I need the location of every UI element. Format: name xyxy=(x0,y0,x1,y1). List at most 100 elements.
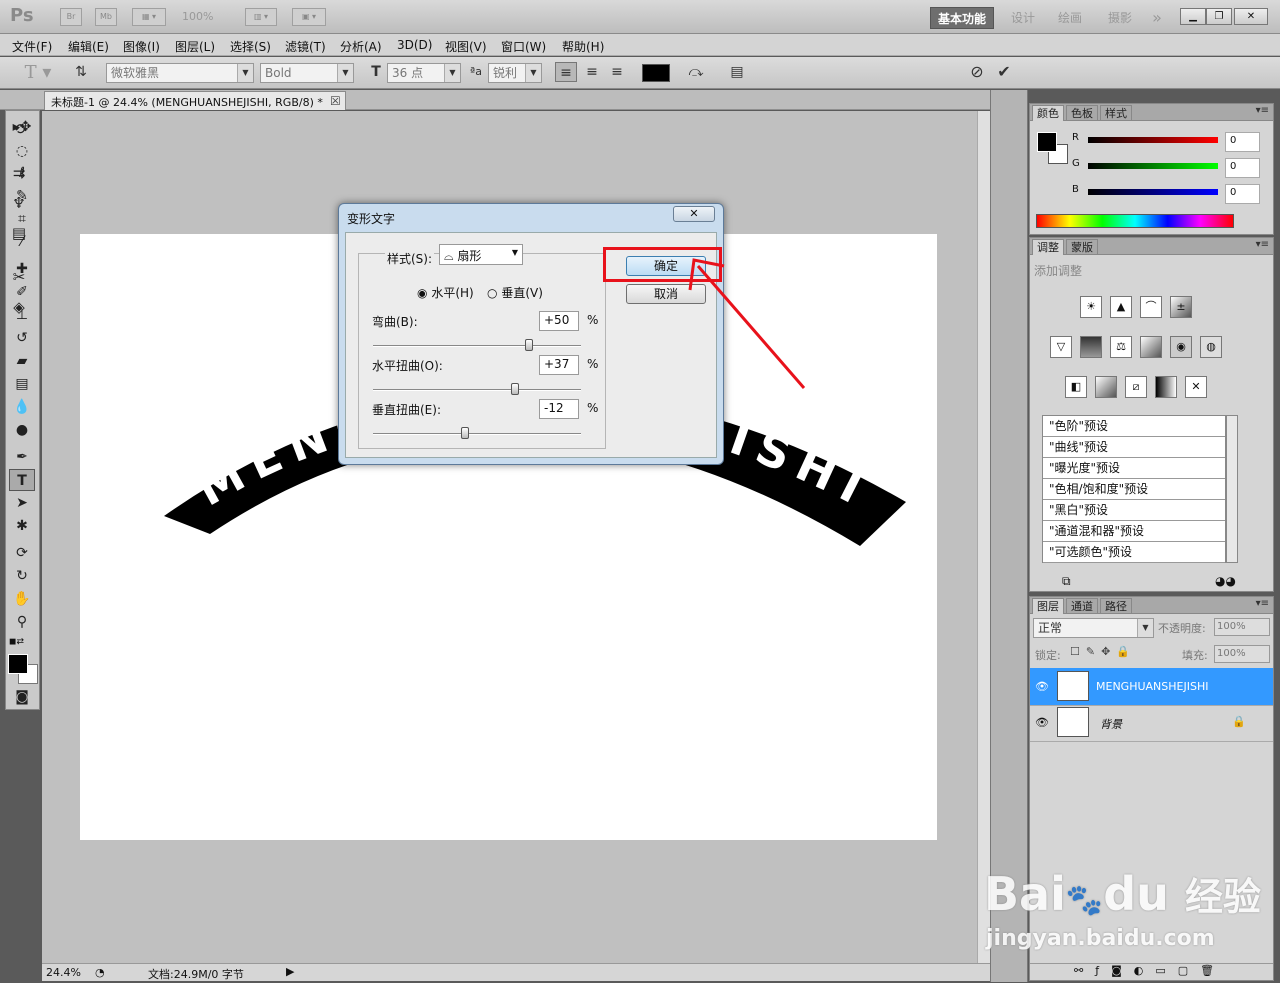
clip-to-layer-icon[interactable]: ⧉ xyxy=(1062,574,1071,589)
minimize-button[interactable]: ▁ xyxy=(1180,8,1206,25)
commit-edit-icon[interactable]: ✔ xyxy=(993,62,1015,82)
vertical-distortion-thumb[interactable] xyxy=(460,427,469,439)
red-value-input[interactable]: 0 xyxy=(1225,132,1260,152)
preset-hue-saturation[interactable]: "色相/饱和度"预设 xyxy=(1043,479,1225,500)
font-family-select[interactable]: 微软雅黑 ▼ xyxy=(106,63,254,83)
preset-list-scrollbar[interactable] xyxy=(1226,415,1238,563)
zoom-tool-icon[interactable]: ⚲ xyxy=(9,611,35,633)
panel-menu-icon[interactable]: ▾≡ xyxy=(1256,105,1269,116)
screen-mode-icon[interactable]: ▣ ▾ xyxy=(292,8,326,26)
curves-icon[interactable]: ⌒ xyxy=(1140,296,1162,318)
eye-icon[interactable]: 👁 xyxy=(1034,716,1050,730)
hue-saturation-icon[interactable] xyxy=(1080,336,1102,358)
horizontal-radio[interactable]: ◉ 水平(H) xyxy=(417,284,474,301)
horizontal-distortion-input[interactable]: +37 xyxy=(539,355,579,375)
antialias-select[interactable]: 锐利 ▼ xyxy=(488,63,542,83)
tab-styles[interactable]: 样式 xyxy=(1100,105,1132,121)
red-slider[interactable] xyxy=(1088,137,1218,143)
layer-row-text[interactable]: 👁 T MENGHUANSHEJISHI xyxy=(1030,668,1273,706)
tab-paths[interactable]: 路径 xyxy=(1100,598,1132,614)
menu-layer[interactable]: 图层(L) xyxy=(175,38,215,55)
cancel-edit-icon[interactable]: ⊘ xyxy=(966,62,988,82)
marquee-tool-icon[interactable]: ◌ xyxy=(9,140,35,162)
vibrance-icon[interactable]: ▽ xyxy=(1050,336,1072,358)
blue-value-input[interactable]: 0 xyxy=(1225,184,1260,204)
history-brush-tool-icon[interactable]: ↺ xyxy=(9,327,35,349)
preset-selective-color[interactable]: "可选颜色"预设 xyxy=(1043,542,1225,563)
tool-presets-icon[interactable]: ✂ xyxy=(8,266,30,288)
opacity-input[interactable]: 100% xyxy=(1214,618,1270,636)
align-left-icon[interactable]: ≡ xyxy=(555,62,577,82)
lock-icons[interactable]: ☐✎✥🔒 xyxy=(1070,645,1136,658)
tab-masks[interactable]: 蒙版 xyxy=(1066,239,1098,255)
workspace-painting[interactable]: 绘画 xyxy=(1052,7,1088,29)
horizontal-distortion-thumb[interactable] xyxy=(511,383,520,395)
pen-tool-icon[interactable]: ✒ xyxy=(9,446,35,468)
3d-orbit-tool-icon[interactable]: ↻ xyxy=(9,565,35,587)
vertical-distortion-track[interactable] xyxy=(373,433,581,435)
workspace-photography[interactable]: 摄影 xyxy=(1102,7,1138,29)
status-info-icon[interactable]: ◔ xyxy=(95,966,105,979)
style-select[interactable]: ⌓ 扇形 ▼ xyxy=(439,244,523,265)
channel-mixer-icon[interactable]: ◍ xyxy=(1200,336,1222,358)
preset-exposure[interactable]: "曝光度"预设 xyxy=(1043,458,1225,479)
brightness-icon[interactable]: ☀ xyxy=(1080,296,1102,318)
align-right-icon[interactable]: ≡ xyxy=(606,62,628,82)
warp-text-icon[interactable]: ⤼ xyxy=(685,62,707,82)
fill-input[interactable]: 100% xyxy=(1214,645,1270,663)
color-foreground-swatch[interactable] xyxy=(1037,132,1057,152)
font-style-select[interactable]: Bold ▼ xyxy=(260,63,354,83)
preset-levels[interactable]: "色阶"预设 xyxy=(1043,416,1225,437)
path-select-tool-icon[interactable]: ➤ xyxy=(9,492,35,514)
layer-comps-icon[interactable]: ▤ xyxy=(8,222,30,244)
menu-view[interactable]: 视图(V) xyxy=(445,38,487,55)
zoom-level-select[interactable]: 100% xyxy=(182,10,213,23)
exposure-icon[interactable]: ± xyxy=(1170,296,1192,318)
hand-tool-icon[interactable]: ✋ xyxy=(9,588,35,610)
vertical-radio[interactable]: ○ 垂直(V) xyxy=(487,284,543,301)
gradient-tool-icon[interactable]: ▤ xyxy=(9,373,35,395)
close-window-button[interactable]: ✕ xyxy=(1234,8,1268,25)
gradient-map-icon[interactable] xyxy=(1155,376,1177,398)
green-slider[interactable] xyxy=(1088,163,1218,169)
preset-curves[interactable]: "曲线"预设 xyxy=(1043,437,1225,458)
eye-icon[interactable]: 👁 xyxy=(1034,680,1050,694)
photo-filter-icon[interactable]: ◉ xyxy=(1170,336,1192,358)
threshold-icon[interactable]: ⧄ xyxy=(1125,376,1147,398)
font-size-select[interactable]: 36 点 ▼ xyxy=(387,63,461,83)
shape-tool-icon[interactable]: ✱ xyxy=(9,515,35,537)
horizontal-distortion-track[interactable] xyxy=(373,389,581,391)
green-value-input[interactable]: 0 xyxy=(1225,158,1260,178)
menu-analysis[interactable]: 分析(A) xyxy=(340,38,382,55)
text-color-swatch[interactable] xyxy=(642,64,670,82)
menu-file[interactable]: 文件(F) xyxy=(12,38,52,55)
text-orientation-icon[interactable]: ⇅ xyxy=(70,62,92,82)
selective-color-icon[interactable]: ✕ xyxy=(1185,376,1207,398)
bend-slider-track[interactable] xyxy=(373,345,581,347)
workspace-essentials[interactable]: 基本功能 xyxy=(930,7,994,29)
default-colors-icon[interactable]: ◼⇄ xyxy=(9,637,24,647)
vertical-scrollbar[interactable] xyxy=(977,111,990,963)
quick-mask-icon[interactable]: ◙ xyxy=(9,686,35,708)
invert-icon[interactable]: ◧ xyxy=(1065,376,1087,398)
clone-source-icon[interactable]: ♆ xyxy=(8,192,30,214)
blur-tool-icon[interactable]: 💧 xyxy=(9,396,35,418)
brush-presets-icon[interactable]: ⇉ xyxy=(8,162,30,184)
vertical-distortion-input[interactable]: -12 xyxy=(539,399,579,419)
tab-color[interactable]: 颜色 xyxy=(1032,105,1064,121)
status-zoom[interactable]: 24.4% xyxy=(46,966,81,979)
view-extras-icon[interactable]: ▦ ▾ xyxy=(132,8,166,26)
more-workspaces-icon[interactable]: » xyxy=(1145,7,1169,29)
character-panel-icon[interactable]: ▤ xyxy=(726,62,748,82)
levels-icon[interactable]: ▲ xyxy=(1110,296,1132,318)
tab-layers[interactable]: 图层 xyxy=(1032,598,1064,614)
align-center-icon[interactable]: ≡ xyxy=(581,62,603,82)
blue-slider[interactable] xyxy=(1088,189,1218,195)
blend-mode-select[interactable]: 正常 ▼ xyxy=(1033,618,1154,638)
menu-window[interactable]: 窗口(W) xyxy=(501,38,546,55)
dialog-close-button[interactable]: ✕ xyxy=(673,206,715,222)
mini-bridge-button[interactable]: Mb xyxy=(95,8,117,26)
3d-rotate-tool-icon[interactable]: ⟳ xyxy=(9,542,35,564)
eraser-tool-icon[interactable]: ▰ xyxy=(9,350,35,372)
panel-menu-icon[interactable]: ▾≡ xyxy=(1256,598,1269,609)
